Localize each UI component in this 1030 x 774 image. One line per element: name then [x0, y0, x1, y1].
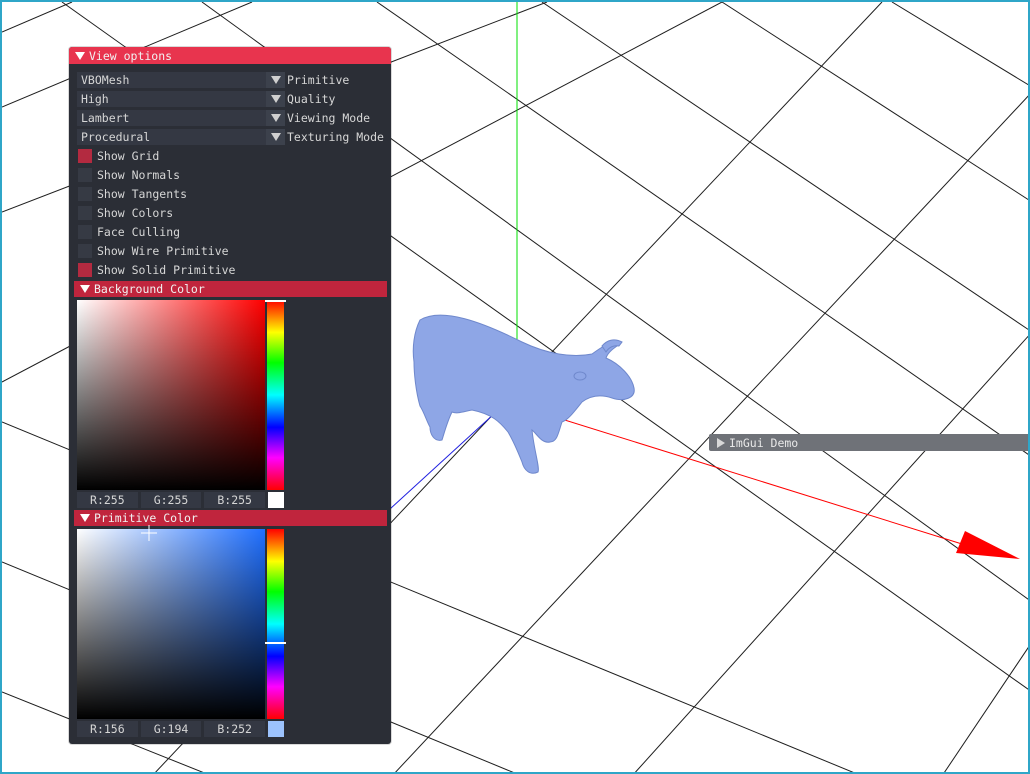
- viewing-mode-combo[interactable]: Lambert: [77, 110, 285, 126]
- texturing-mode-combo[interactable]: Procedural: [77, 129, 285, 145]
- primitive-r-input[interactable]: R:156: [77, 721, 138, 737]
- background-saturation-value-picker[interactable]: [77, 300, 265, 490]
- show-grid-checkbox[interactable]: Show Grid: [78, 148, 159, 164]
- background-b-input[interactable]: B:255: [204, 492, 266, 508]
- quality-combo-button[interactable]: [266, 91, 285, 107]
- primitive-b-input[interactable]: B:252: [204, 721, 266, 737]
- viewing-mode-combo-button[interactable]: [266, 110, 285, 126]
- primitive-color-swatch[interactable]: [268, 721, 284, 737]
- checkbox-box[interactable]: [78, 149, 92, 163]
- primitive-combo-value[interactable]: VBOMesh: [77, 72, 266, 88]
- background-color-header[interactable]: Background Color: [74, 281, 387, 297]
- viewing-mode-combo-value[interactable]: Lambert: [77, 110, 266, 126]
- x-axis-arrow: [956, 531, 1020, 559]
- checkbox-label: Show Normals: [97, 168, 181, 182]
- dropdown-arrow-icon: [270, 114, 281, 122]
- checkbox-box[interactable]: [78, 168, 92, 182]
- primitive-combo-button[interactable]: [266, 72, 285, 88]
- checkbox-box[interactable]: [78, 244, 92, 258]
- checkbox-label: Show Colors: [97, 206, 174, 220]
- texturing-mode-combo-button[interactable]: [266, 129, 285, 145]
- quality-combo[interactable]: High: [77, 91, 285, 107]
- checkbox-label: Show Grid: [97, 149, 160, 163]
- collapse-arrow-icon[interactable]: [75, 51, 85, 60]
- 3d-viewport[interactable]: ImGui Demo View options VBOMesh Primitiv…: [0, 0, 1030, 774]
- checkbox-box[interactable]: [78, 187, 92, 201]
- hue-slider-marker[interactable]: [265, 641, 286, 644]
- background-color-title: Background Color: [94, 282, 205, 296]
- checkbox-label: Show Tangents: [97, 187, 188, 201]
- primitive-label: Primitive: [287, 73, 350, 87]
- background-r-input[interactable]: R:255: [77, 492, 138, 508]
- quality-label: Quality: [287, 92, 336, 106]
- imgui-demo-window[interactable]: ImGui Demo: [709, 434, 1028, 451]
- background-g-input[interactable]: G:255: [140, 492, 202, 508]
- primitive-g-input[interactable]: G:194: [140, 721, 202, 737]
- checkbox-label: Show Wire Primitive: [97, 244, 229, 258]
- show-solid-primitive-checkbox[interactable]: Show Solid Primitive: [78, 262, 235, 278]
- collapse-arrow-icon[interactable]: [80, 514, 90, 522]
- hue-slider-marker[interactable]: [265, 300, 286, 302]
- checkbox-box[interactable]: [78, 263, 92, 277]
- texturing-mode-combo-value[interactable]: Procedural: [77, 129, 266, 145]
- show-normals-checkbox[interactable]: Show Normals: [78, 167, 180, 183]
- cow-model: [412, 314, 635, 474]
- x-axis: [506, 401, 963, 545]
- dropdown-arrow-icon: [270, 95, 281, 103]
- viewing-mode-label: Viewing Mode: [287, 111, 371, 125]
- checkbox-label: Face Culling: [97, 225, 181, 239]
- show-wire-primitive-checkbox[interactable]: Show Wire Primitive: [78, 243, 229, 259]
- background-hue-slider[interactable]: [265, 300, 286, 490]
- dropdown-arrow-icon: [270, 133, 281, 141]
- primitive-combo[interactable]: VBOMesh: [77, 72, 285, 88]
- imgui-demo-title: ImGui Demo: [729, 435, 799, 450]
- background-color-swatch[interactable]: [268, 492, 284, 508]
- face-culling-checkbox[interactable]: Face Culling: [78, 224, 180, 240]
- primitive-color-header[interactable]: Primitive Color: [74, 510, 387, 526]
- quality-combo-value[interactable]: High: [77, 91, 266, 107]
- show-tangents-checkbox[interactable]: Show Tangents: [78, 186, 187, 202]
- primitive-hue-slider[interactable]: [265, 529, 286, 719]
- primitive-rgb-inputs: R:156 G:194 B:252: [77, 721, 266, 737]
- expand-arrow-icon[interactable]: [717, 437, 725, 448]
- crosshair-icon: [141, 525, 157, 541]
- checkbox-box[interactable]: [78, 225, 92, 239]
- collapse-arrow-icon[interactable]: [80, 285, 90, 293]
- checkbox-label: Show Solid Primitive: [97, 263, 236, 277]
- texturing-mode-label: Texturing Mode: [287, 130, 384, 144]
- checkbox-box[interactable]: [78, 206, 92, 220]
- show-colors-checkbox[interactable]: Show Colors: [78, 205, 173, 221]
- view-options-titlebar[interactable]: View options: [69, 47, 391, 64]
- dropdown-arrow-icon: [270, 76, 281, 84]
- window-title: View options: [89, 48, 173, 63]
- view-options-window[interactable]: View options VBOMesh Primitive High Qual…: [69, 47, 391, 744]
- primitive-saturation-value-picker[interactable]: [77, 525, 265, 719]
- background-rgb-inputs: R:255 G:255 B:255: [77, 492, 266, 508]
